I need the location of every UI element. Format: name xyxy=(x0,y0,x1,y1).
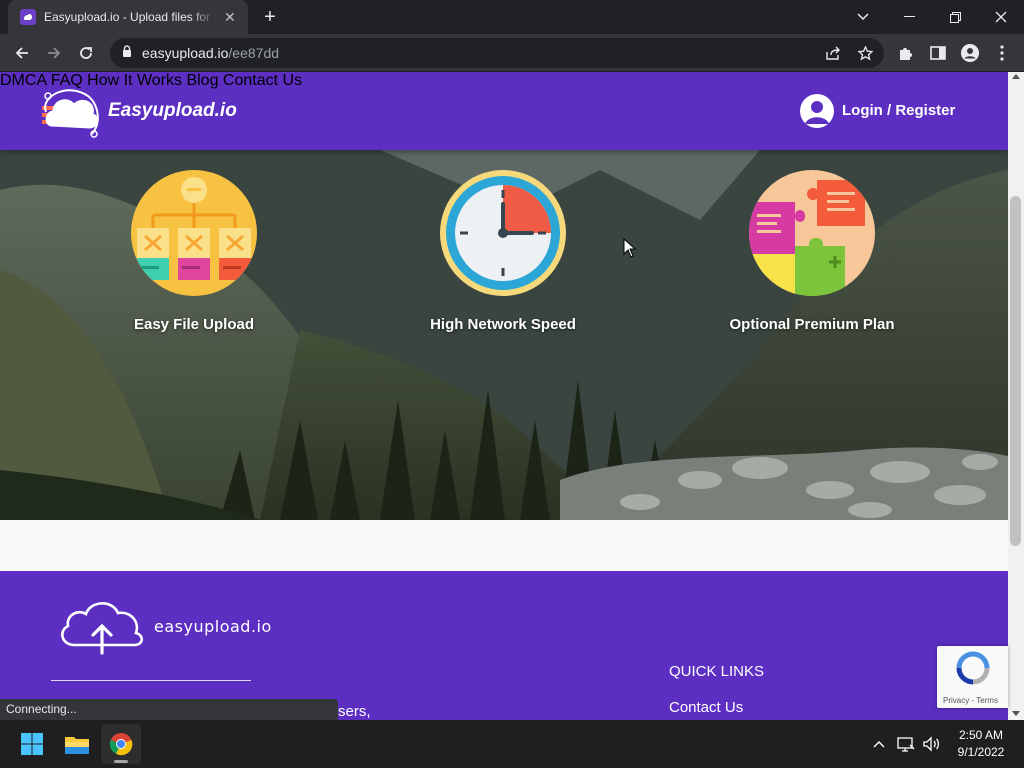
site-logo[interactable]: Easyupload.io xyxy=(38,82,238,140)
url-host: easyupload.io xyxy=(142,45,229,61)
reload-button[interactable] xyxy=(72,39,100,67)
chrome-icon xyxy=(109,733,133,756)
feature-optional-premium-plan: Optional Premium Plan xyxy=(712,170,912,333)
recaptcha-logo-icon xyxy=(956,651,990,685)
file-explorer-button[interactable] xyxy=(57,724,97,764)
clock-icon xyxy=(440,170,566,296)
feature-high-network-speed: High Network Speed xyxy=(403,170,603,333)
bookmark-star-icon[interactable] xyxy=(850,38,880,68)
lock-icon[interactable] xyxy=(122,44,132,62)
close-window-button[interactable] xyxy=(978,0,1024,34)
site-header: Easyupload.io DMCA FAQ How It Works Blog… xyxy=(0,72,1008,150)
browser-status-bubble: Connecting... xyxy=(0,699,338,720)
browser-tab-bar: Easyupload.io - Upload files for free ✕ … xyxy=(0,0,1024,34)
minimize-button[interactable] xyxy=(886,0,932,34)
browser-tab[interactable]: Easyupload.io - Upload files for free ✕ xyxy=(8,0,248,34)
login-register-link[interactable]: Login / Register xyxy=(842,102,955,119)
side-panel-icon[interactable] xyxy=(924,39,952,67)
back-button[interactable] xyxy=(8,39,36,67)
profile-icon[interactable] xyxy=(956,39,984,67)
features-hero: Easy File Upload High Network Speed Opti… xyxy=(0,150,1008,520)
chrome-taskbar-button[interactable] xyxy=(101,724,141,764)
new-tab-button[interactable]: + xyxy=(258,7,282,29)
recaptcha-badge[interactable]: Privacy - Terms xyxy=(937,646,1008,708)
cloud-upload-icon xyxy=(61,602,144,655)
tab-title: Easyupload.io - Upload files for free xyxy=(44,10,216,24)
tray-chevron-up-icon[interactable] xyxy=(869,734,889,754)
site-favicon-icon xyxy=(20,9,36,25)
folder-icon xyxy=(65,737,89,754)
active-app-indicator xyxy=(114,760,128,763)
feature-caption: Easy File Upload xyxy=(133,316,255,333)
footer-logo-text: easyupload.io xyxy=(154,616,272,636)
taskbar-clock[interactable]: 2:50 AM 9/1/2022 xyxy=(944,727,1018,761)
browser-toolbar: easyupload.io/ee87dd xyxy=(0,34,1024,72)
extensions-puzzle-icon[interactable] xyxy=(892,39,920,67)
url-path: /ee87dd xyxy=(228,45,280,61)
windows-logo-icon xyxy=(21,733,43,755)
volume-icon[interactable] xyxy=(921,734,941,754)
page-scrollbar[interactable] xyxy=(1008,72,1024,720)
flowchart-icon xyxy=(131,170,257,296)
cloud-logo-icon xyxy=(42,89,99,138)
share-icon[interactable] xyxy=(818,38,848,68)
feature-caption: High Network Speed xyxy=(430,316,576,333)
page-viewport: Easyupload.io DMCA FAQ How It Works Blog… xyxy=(0,72,1008,720)
puzzle-icon xyxy=(749,170,875,296)
user-avatar-icon[interactable] xyxy=(800,94,834,128)
footer-divider xyxy=(51,680,251,681)
footer-description-text: sers, xyxy=(338,703,371,720)
clock-time: 2:50 AM xyxy=(958,728,1004,742)
scrollbar-thumb[interactable] xyxy=(1010,196,1021,546)
browser-menu-icon[interactable] xyxy=(988,39,1016,67)
quick-links-title: QUICK LINKS xyxy=(669,663,765,680)
recaptcha-privacy-terms[interactable]: Privacy - Terms xyxy=(943,696,998,705)
logo-text: Easyupload.io xyxy=(108,100,237,121)
windows-taskbar: 2:50 AM 9/1/2022 xyxy=(0,720,1024,768)
address-bar[interactable]: easyupload.io/ee87dd xyxy=(110,38,884,68)
forward-button[interactable] xyxy=(40,39,68,67)
footer-logo[interactable]: easyupload.io xyxy=(56,595,272,657)
feature-easy-file-upload: Easy File Upload xyxy=(94,170,294,333)
feature-caption: Optional Premium Plan xyxy=(729,316,895,333)
page-spacer xyxy=(0,520,1008,571)
scroll-up-arrow-icon[interactable] xyxy=(1012,74,1020,79)
restore-button[interactable] xyxy=(932,0,978,34)
start-button[interactable] xyxy=(12,724,52,764)
scroll-down-arrow-icon[interactable] xyxy=(1012,711,1020,716)
clock-date: 9/1/2022 xyxy=(957,745,1005,759)
tab-search-icon[interactable] xyxy=(840,0,886,34)
mouse-cursor-icon xyxy=(623,238,637,258)
site-footer: easyupload.io sers, QUICK LINKS Contact … xyxy=(0,571,1008,720)
tab-close-icon[interactable]: ✕ xyxy=(222,8,238,26)
footer-link-contact-us[interactable]: Contact Us xyxy=(669,699,743,716)
network-icon[interactable] xyxy=(896,734,916,754)
